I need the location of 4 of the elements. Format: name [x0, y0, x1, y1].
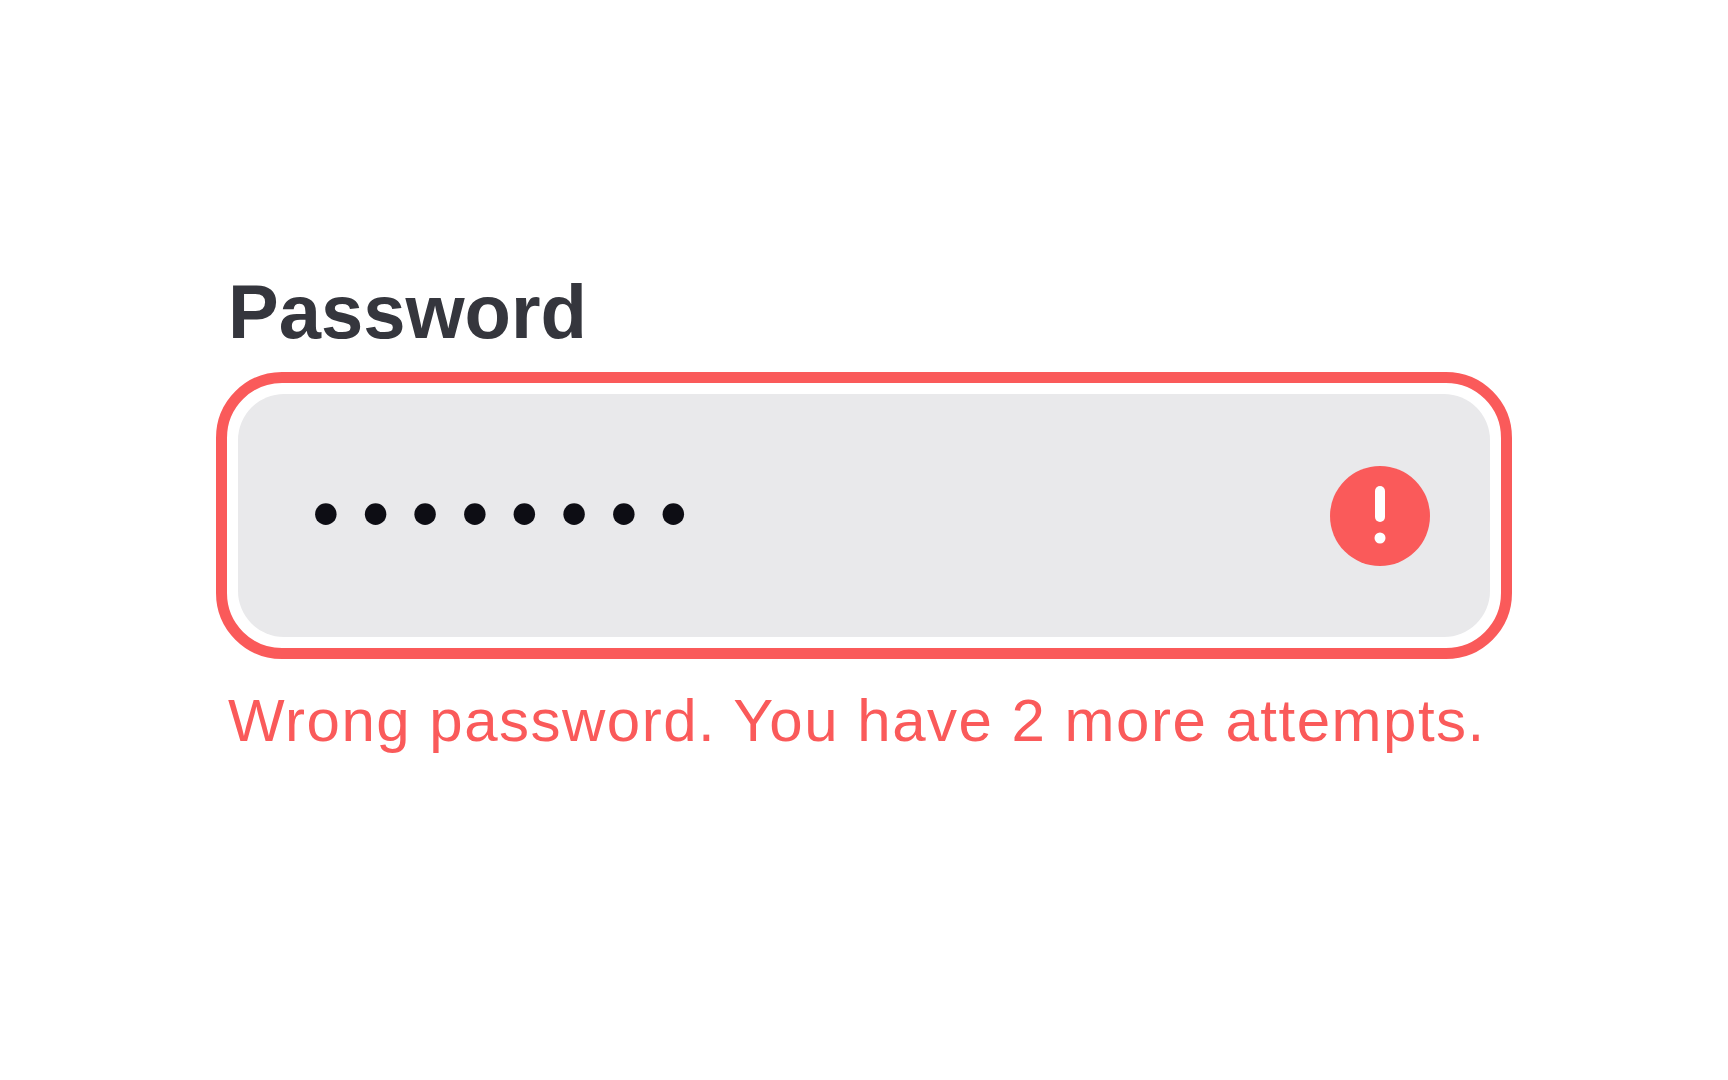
field-label: Password	[227, 274, 589, 350]
error-message: Wrong password. You have 2 more attempts.	[227, 686, 1486, 756]
password-field[interactable]: ••••••••	[216, 372, 1512, 659]
alert-icon	[1330, 465, 1430, 566]
